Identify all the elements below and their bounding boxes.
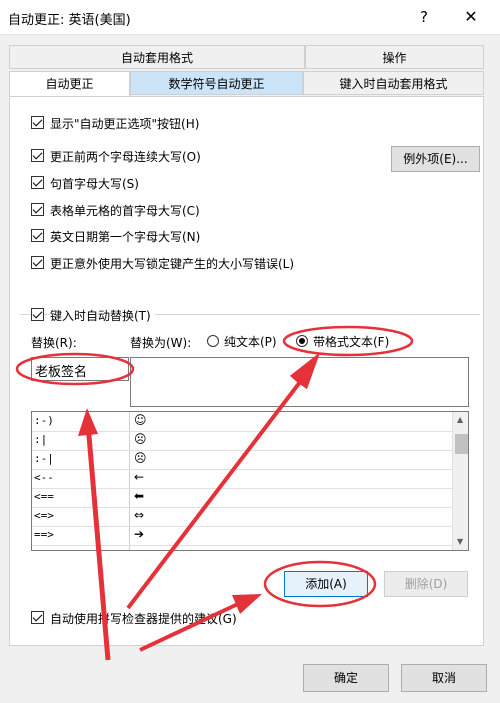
entry-value: ⇔ — [134, 508, 145, 522]
scroll-thumb[interactable] — [455, 434, 468, 454]
list-item[interactable]: :| ☹ — [32, 431, 452, 451]
entry-key: ==> — [34, 528, 54, 541]
list-item[interactable]: ==> ➔ — [32, 526, 452, 546]
entry-value: ☹ — [134, 451, 147, 465]
sentence-caps-checkbox[interactable] — [31, 176, 44, 189]
table-caps-checkbox[interactable] — [31, 203, 44, 216]
list-item[interactable]: :-| ☹ — [32, 450, 452, 470]
list-item[interactable]: <== ⬅ — [32, 488, 452, 508]
spell-suggest-label: 自动使用拼写检查器提供的建议(G) — [50, 612, 237, 626]
tab-actions[interactable]: 操作 — [305, 45, 484, 69]
entry-key: <== — [34, 490, 54, 503]
tab-autocorrect[interactable]: 自动更正 — [9, 71, 130, 97]
delete-button[interactable]: 删除(D) — [384, 571, 468, 597]
scroll-down-icon[interactable]: ▼ — [457, 537, 463, 546]
formatted-text-label: 带格式文本(F) — [313, 335, 390, 349]
cancel-button[interactable]: 取消 — [401, 664, 487, 692]
window-title: 自动更正: 英语(美国) — [8, 13, 131, 28]
sentence-caps-label: 句首字母大写(S) — [50, 177, 139, 191]
entry-value: ➔ — [134, 527, 145, 541]
title-bar: 自动更正: 英语(美国) ? ✕ — [0, 0, 500, 35]
caps-lock-checkbox[interactable] — [31, 256, 44, 269]
show-buttons-label: 显示"自动更正选项"按钮(H) — [50, 117, 200, 131]
day-names-label: 英文日期第一个字母大写(N) — [50, 230, 201, 244]
tab-autoformat[interactable]: 自动套用格式 — [9, 45, 305, 69]
list-item[interactable]: <=> ⇔ — [32, 507, 452, 527]
entry-key: <=> — [34, 509, 54, 522]
show-buttons-checkbox[interactable] — [31, 116, 44, 129]
plain-text-label: 纯文本(P) — [224, 335, 277, 349]
caps-lock-label: 更正意外使用大写锁定键产生的大小写错误(L) — [50, 257, 295, 271]
entry-key: <-- — [34, 471, 54, 484]
replace-as-you-type-label: 键入时自动替换(T) — [50, 307, 155, 324]
help-button[interactable]: ? — [410, 6, 438, 28]
replace-with-label: 替换为(W): — [130, 336, 192, 350]
replace-label: 替换(R): — [31, 336, 77, 350]
entry-value: ← — [134, 470, 145, 484]
entry-key: :-| — [34, 452, 54, 465]
table-caps-label: 表格单元格的首字母大写(C) — [50, 204, 200, 218]
entry-value: ⬅ — [134, 489, 145, 503]
tab-autoformat-as-you-type[interactable]: 键入时自动套用格式 — [303, 71, 484, 95]
entry-key: :-) — [34, 414, 54, 427]
exceptions-button[interactable]: 例外项(E)... — [391, 146, 480, 172]
replace-input[interactable]: 老板签名 — [31, 357, 129, 381]
entry-value: ☹ — [134, 432, 147, 446]
tab-math-autocorrect[interactable]: 数学符号自动更正 — [130, 71, 303, 95]
ok-button[interactable]: 确定 — [303, 664, 389, 692]
replace-as-you-type-checkbox[interactable] — [31, 308, 44, 321]
add-button[interactable]: 添加(A) — [284, 571, 368, 597]
spell-suggest-checkbox[interactable] — [31, 611, 44, 624]
day-names-checkbox[interactable] — [31, 229, 44, 242]
entry-key: :| — [34, 433, 48, 446]
list-item[interactable]: <-- ← — [32, 469, 452, 489]
plain-text-radio[interactable] — [207, 335, 219, 347]
entry-value: ☺ — [134, 413, 147, 427]
formatted-text-radio[interactable] — [296, 335, 308, 347]
list-scrollbar[interactable]: ▲ ▼ — [452, 412, 468, 550]
autocorrect-entries-list[interactable]: :-) ☺ :| ☹ :-| ☹ <-- ← <== ⬅ <=> ⇔ ==> ➔ ▲ ▼ — [31, 411, 469, 551]
two-caps-checkbox[interactable] — [31, 149, 44, 162]
scroll-up-icon[interactable]: ▲ — [457, 415, 463, 424]
two-caps-label: 更正前两个字母连续大写(O) — [50, 150, 201, 164]
replace-with-input[interactable] — [130, 357, 469, 407]
close-button[interactable]: ✕ — [455, 6, 487, 28]
list-item[interactable]: :-) ☺ — [32, 412, 452, 432]
